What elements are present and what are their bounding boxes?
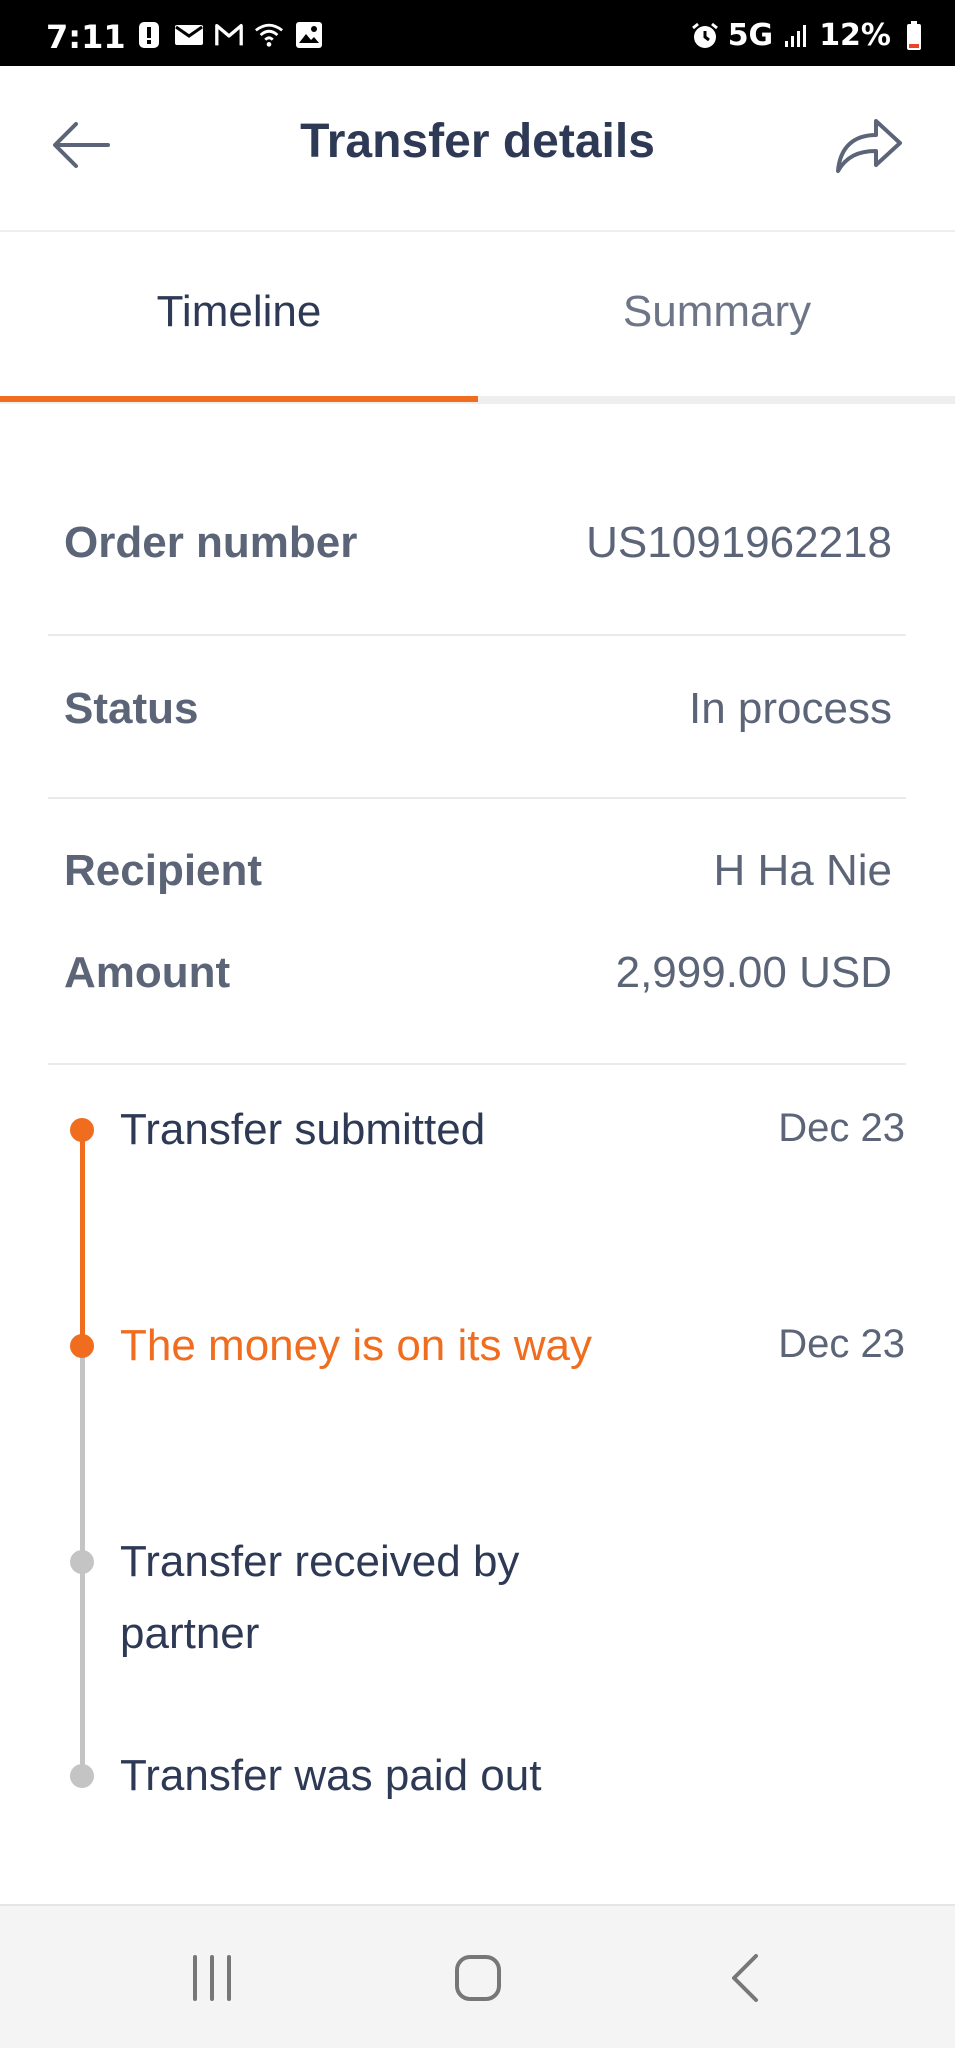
tab-summary[interactable]: Summary [478,232,955,404]
order-number-label: Order number [64,518,358,567]
mail-icon [174,20,204,50]
recent-apps-icon [193,1955,231,2001]
status-bar: 7:11 5G 12% [0,0,955,66]
tab-bar: Timeline Summary [0,232,955,404]
battery-percent: 12% [819,18,891,53]
timeline-dot-done [70,1118,94,1142]
timeline-step-submitted: Transfer submitted [120,1105,486,1154]
order-number-row: Order number US1091962218 [64,518,892,568]
recent-apps-button[interactable] [172,1946,252,2010]
page-title: Transfer details [300,115,655,168]
system-back-button[interactable] [706,1946,786,2010]
timeline-step-on-its-way: The money is on its way [120,1321,592,1370]
alert-icon [134,20,164,50]
home-button[interactable] [438,1946,518,2010]
timeline-dot-pending [70,1550,94,1574]
timeline-dot-pending [70,1764,94,1788]
wifi-calling-icon [254,20,284,50]
system-nav-bar [0,1904,955,2048]
alarm-icon [690,21,720,51]
recipient-value: H Ha Nie [713,846,893,895]
timeline-date-on-its-way: Dec 23 [778,1322,905,1366]
share-icon [836,119,902,173]
timeline-line-complete [80,1130,85,1346]
share-button[interactable] [829,108,909,180]
notification-icons [134,20,324,50]
timeline-date-submitted: Dec 23 [778,1106,905,1150]
home-icon [455,1955,501,2001]
system-icons: 5G 12% [690,18,929,53]
status-value: In process [689,684,892,733]
battery-icon [899,20,929,51]
order-number-value: US1091962218 [586,518,892,567]
status-label: Status [64,684,199,733]
tab-timeline[interactable]: Timeline [0,232,478,404]
amount-value: 2,999.00 USD [615,948,892,997]
divider [48,634,906,636]
timeline-step-received: Transfer received by partner [120,1526,519,1670]
signal-icon [781,21,811,51]
divider [48,1063,906,1065]
gmail-icon [214,20,244,50]
app-header: Transfer details [0,66,955,232]
divider [48,797,906,799]
tab-active-indicator [0,396,478,402]
timeline-step-paid-out: Transfer was paid out [120,1751,542,1800]
image-icon [294,20,324,50]
status-time: 7:11 [46,18,126,56]
status-row: Status In process [64,684,892,734]
recipient-row: Recipient H Ha Nie [64,846,892,896]
amount-row: Amount 2,999.00 USD [64,948,892,998]
back-icon [732,1954,758,2002]
timeline-step-received-line1: Transfer received by [120,1537,520,1586]
network-label: 5G [727,18,774,53]
amount-label: Amount [64,948,231,997]
timeline-dot-current [70,1334,94,1358]
timeline-step-received-line2: partner [120,1609,260,1658]
recipient-label: Recipient [64,846,263,895]
